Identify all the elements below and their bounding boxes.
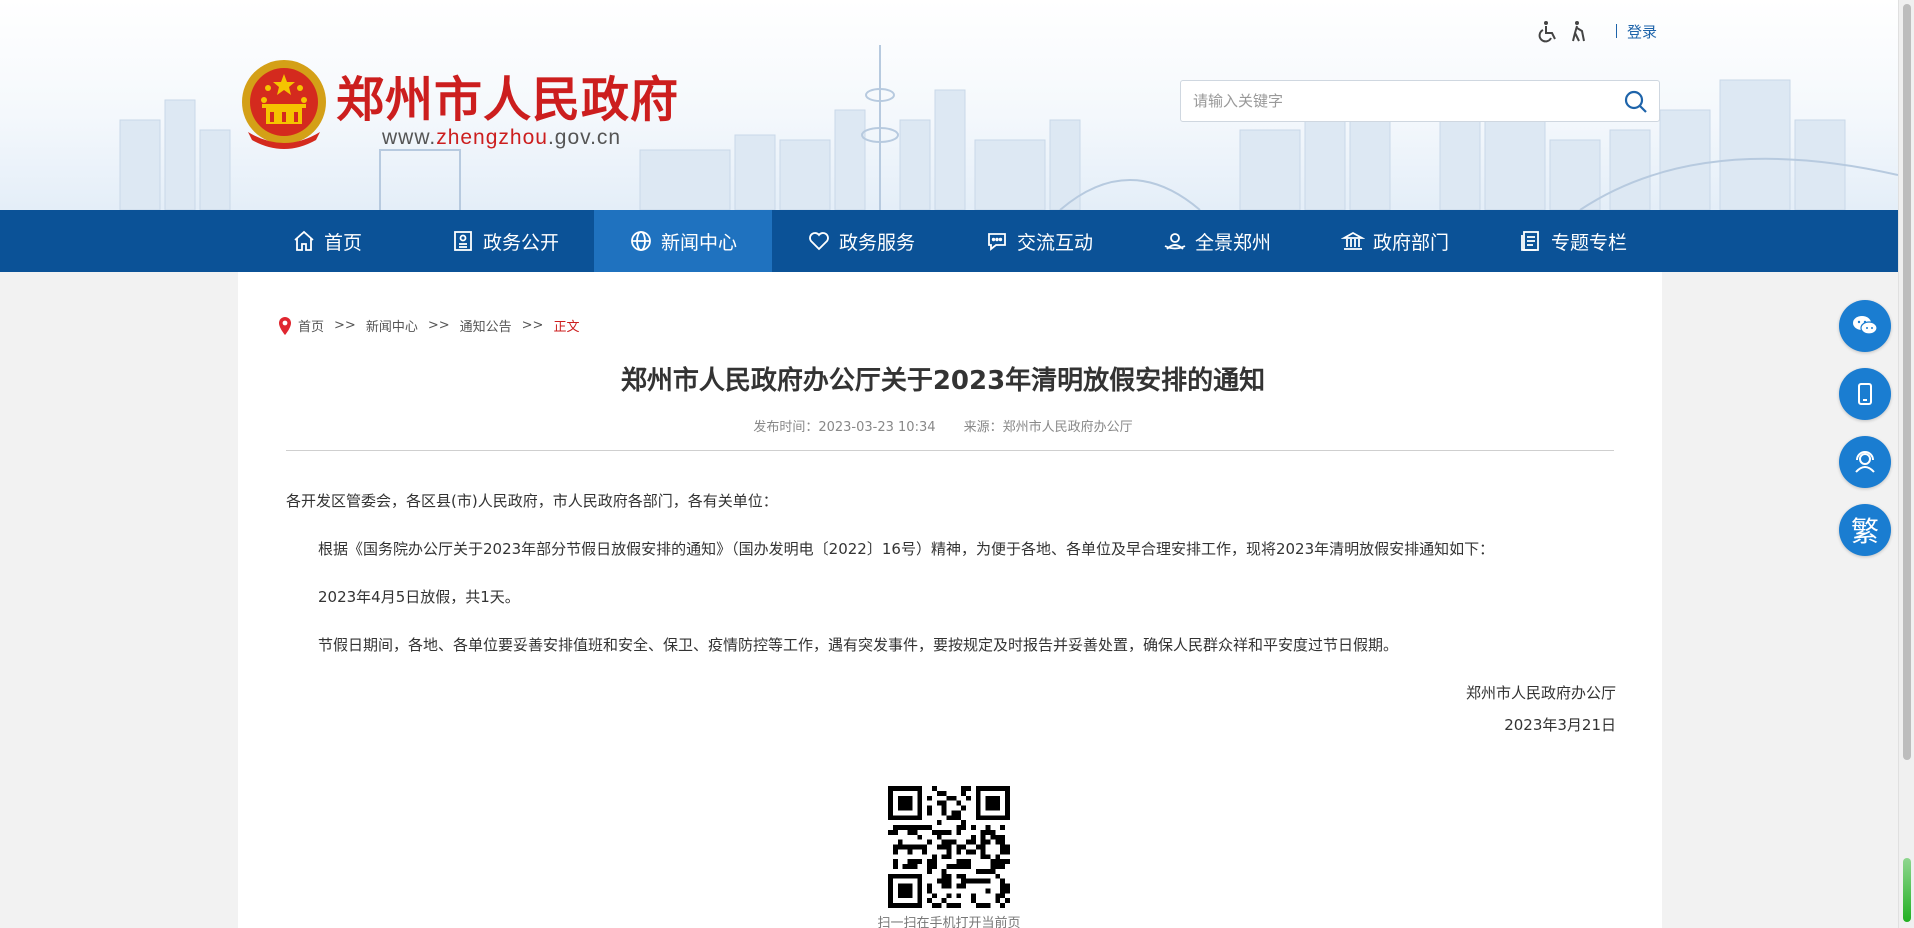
site-header: 郑州市人民政府 www.zhengzhou.gov.cn 登录: [0, 0, 1898, 210]
breadcrumb-current: 正文: [553, 320, 580, 335]
panorama-icon: [1164, 233, 1186, 250]
qr-code: [888, 786, 1010, 908]
article-source: 来源：郑州市人民政府办公厅: [963, 420, 1133, 435]
search-box: [1180, 80, 1660, 122]
article-paragraph: 根据《国务院办公厅关于2023年部分节假日放假安排的通知》（国办发明电〔2022…: [318, 540, 1495, 558]
customer-service-button[interactable]: [1839, 436, 1891, 488]
breadcrumb-home[interactable]: 首页: [298, 316, 324, 335]
article-container: 首页 >> 新闻中心 >> 通知公告 >> 正文 郑州市人民政府办公厅关于202…: [238, 272, 1662, 928]
traditional-chinese-label: 繁: [1850, 515, 1879, 548]
mobile-icon: [1858, 383, 1872, 405]
national-emblem-logo: [242, 60, 326, 149]
breadcrumb-separator: >>: [521, 318, 544, 333]
site-url-prefix: www.: [382, 126, 437, 149]
scrollbar-thumb[interactable]: [1903, 4, 1911, 760]
top-tools: 登录: [1536, 18, 1657, 44]
article-paragraph: 节假日期间，各地、各单位要妥善安排值班和安全、保卫、疫情防控等工作，遇有突发事件…: [318, 636, 1399, 654]
qr-caption: 扫一扫在手机打开当前页: [877, 916, 1021, 928]
nav-label: 首页: [323, 231, 362, 254]
nav-item-special-topics[interactable]: 专题专栏: [1484, 210, 1662, 272]
tools-separator: [1616, 24, 1617, 38]
nav-item-government-services[interactable]: 政务服务: [772, 210, 950, 272]
elderly-icon[interactable]: [1566, 19, 1590, 43]
site-title: 郑州市人民政府: [336, 72, 680, 128]
main-nav: 首页 政务公开 新闻中心 政务服务 交流互动 全景郑州 政府部门 专题专栏: [0, 210, 1898, 272]
article-date: 2023年3月21日: [1504, 716, 1616, 734]
document-icon: [1521, 231, 1539, 251]
article-salutation: 各开发区管委会，各区县(市)人民政府，市人民政府各部门，各有关单位：: [286, 492, 778, 510]
nav-item-departments[interactable]: 政府部门: [1306, 210, 1484, 272]
article-meta: 发布时间：2023-03-23 10:34 来源：郑州市人民政府办公厅: [278, 416, 1608, 435]
article-paragraph: 2023年4月5日放假，共1天。: [318, 588, 520, 606]
nav-item-news-center[interactable]: 新闻中心: [594, 210, 772, 272]
search-input[interactable]: [1193, 81, 1593, 121]
nav-item-government-affairs[interactable]: 政务公开: [416, 210, 594, 272]
search-icon[interactable]: [1623, 89, 1649, 115]
nav-label: 全景郑州: [1194, 231, 1271, 254]
page-scrollbar[interactable]: [1898, 0, 1914, 928]
nav-label: 交流互动: [1016, 231, 1093, 254]
site-url-domain: zhengzhou: [436, 126, 548, 149]
nav-item-interaction[interactable]: 交流互动: [950, 210, 1128, 272]
nav-item-home[interactable]: 首页: [238, 210, 416, 272]
home-icon: [294, 230, 314, 251]
nav-label: 专题专栏: [1550, 231, 1627, 254]
chat-icon: [988, 233, 1006, 251]
wheelchair-icon[interactable]: [1536, 19, 1560, 43]
customer-service-icon: [1855, 451, 1875, 473]
breadcrumb-separator: >>: [334, 318, 356, 333]
nav-label: 新闻中心: [660, 231, 737, 254]
nav-label: 政务服务: [838, 231, 915, 254]
location-pin-icon: [279, 316, 291, 335]
scroll-progress-indicator: [1903, 858, 1911, 922]
traditional-chinese-button[interactable]: 繁: [1839, 504, 1891, 556]
globe-icon: [631, 231, 651, 251]
wechat-icon: [1853, 316, 1878, 335]
article-title: 郑州市人民政府办公厅关于2023年清明放假安排的通知: [620, 366, 1266, 396]
article-signature: 郑州市人民政府办公厅: [1465, 684, 1616, 702]
title-divider: [286, 450, 1614, 451]
breadcrumb: 首页 >> 新闻中心 >> 通知公告 >> 正文: [278, 316, 579, 335]
nav-label: 政务公开: [482, 231, 559, 254]
breadcrumb-notices[interactable]: 通知公告: [460, 316, 512, 335]
mobile-button[interactable]: [1839, 368, 1891, 420]
login-link[interactable]: 登录: [1627, 21, 1657, 42]
building-icon: [1340, 231, 1365, 250]
wechat-button[interactable]: [1839, 300, 1891, 352]
breadcrumb-news-center[interactable]: 新闻中心: [366, 316, 418, 335]
nav-label: 政府部门: [1372, 231, 1449, 254]
nav-item-panorama[interactable]: 全景郑州: [1128, 210, 1306, 272]
breadcrumb-separator: >>: [427, 318, 450, 333]
heart-icon: [809, 232, 829, 251]
site-url: www.zhengzhou.gov.cn: [382, 126, 621, 150]
site-url-suffix: .gov.cn: [547, 126, 622, 149]
id-card-icon: [454, 231, 472, 251]
publish-time: 发布时间：2023-03-23 10:34: [753, 420, 936, 435]
